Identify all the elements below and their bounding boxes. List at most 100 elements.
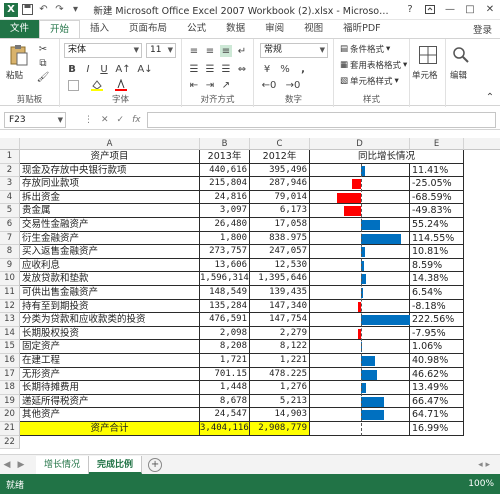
asset-name-cell[interactable]: 发放贷款和垫款 xyxy=(20,272,200,286)
value-2013-cell[interactable]: 1,721 xyxy=(200,354,250,368)
tab-file[interactable]: 文件 xyxy=(0,20,40,38)
add-sheet-button[interactable]: + xyxy=(148,457,163,472)
row-header[interactable]: 16 xyxy=(0,354,20,368)
growth-rate-cell[interactable]: -7.95% xyxy=(410,326,464,341)
value-2012-cell[interactable]: 147,754 xyxy=(250,313,310,327)
value-2013-cell[interactable]: 2,098 xyxy=(200,326,250,341)
minimize-button[interactable]: — xyxy=(440,1,460,19)
chart-cell[interactable] xyxy=(310,340,410,354)
value-2013-cell[interactable]: 3,097 xyxy=(200,204,250,218)
column-header-b[interactable]: B xyxy=(200,138,250,150)
row-header[interactable]: 8 xyxy=(0,245,20,259)
growth-rate-cell[interactable]: 46.62% xyxy=(410,367,464,382)
asset-name-cell[interactable]: 在建工程 xyxy=(20,354,200,368)
align-bottom-icon[interactable]: ≡ xyxy=(220,45,232,57)
asset-name-cell[interactable]: 可供出售金融资产 xyxy=(20,286,200,300)
column-header-a[interactable]: A xyxy=(20,138,200,150)
chart-cell[interactable] xyxy=(310,394,410,409)
value-2013-cell[interactable]: 476,591 xyxy=(200,313,250,327)
asset-name-cell[interactable]: 衍生金融资产 xyxy=(20,231,200,246)
column-header-c[interactable]: C xyxy=(250,138,310,150)
increase-font-icon[interactable]: A↑ xyxy=(115,62,130,76)
maximize-button[interactable]: □ xyxy=(460,1,480,19)
collapse-ribbon-icon[interactable]: ⌃ xyxy=(484,91,496,103)
growth-rate-cell[interactable]: -25.05% xyxy=(410,177,464,191)
decrease-font-icon[interactable]: A↓ xyxy=(137,62,152,76)
decrease-indent-icon[interactable]: ⇤ xyxy=(188,79,200,91)
value-2012-cell[interactable]: 395,496 xyxy=(250,163,310,178)
value-2012-cell[interactable]: 1,395,646 xyxy=(250,272,310,286)
row-header[interactable]: 15 xyxy=(0,340,20,354)
growth-rate-cell[interactable]: -49.83% xyxy=(410,204,464,218)
row-header[interactable]: 20 xyxy=(0,408,20,422)
growth-rate-cell[interactable]: 13.49% xyxy=(410,381,464,395)
tab-data[interactable]: 数据 xyxy=(216,20,255,38)
row-header[interactable]: 4 xyxy=(0,190,20,205)
undo-icon[interactable]: ↶ xyxy=(37,3,50,16)
growth-rate-cell[interactable]: 11.41% xyxy=(410,163,464,178)
percent-button[interactable]: % xyxy=(278,63,292,75)
value-2012-cell[interactable]: 139,435 xyxy=(250,286,310,300)
growth-rate-cell[interactable]: 1.06% xyxy=(410,340,464,354)
chart-cell[interactable] xyxy=(310,272,410,286)
chart-cell[interactable] xyxy=(310,286,410,300)
merge-center-icon[interactable]: ⇔ xyxy=(236,63,248,75)
horizontal-scroll-icon[interactable]: ◂ ▸ xyxy=(478,460,490,470)
row-header[interactable]: 19 xyxy=(0,394,20,409)
asset-name-cell[interactable]: 其他资产 xyxy=(20,408,200,422)
value-2013-cell[interactable]: 701.15 xyxy=(200,367,250,382)
value-2013-cell[interactable]: 440,616 xyxy=(200,163,250,178)
row-header[interactable]: 11 xyxy=(0,286,20,300)
growth-rate-cell[interactable]: 10.81% xyxy=(410,245,464,259)
font-color-icon[interactable] xyxy=(114,79,128,91)
row-header[interactable]: 17 xyxy=(0,367,20,382)
row-header[interactable]: 6 xyxy=(0,218,20,232)
asset-name-cell[interactable]: 贵金属 xyxy=(20,204,200,218)
bold-button[interactable]: B xyxy=(66,62,78,76)
asset-name-cell[interactable]: 现金及存放中央银行款项 xyxy=(20,163,200,178)
font-size-combo[interactable]: 11 ▼ xyxy=(146,43,176,58)
increase-decimal-icon[interactable]: ←0 xyxy=(260,79,278,91)
sheet-tab-growth[interactable]: 增长情况 xyxy=(36,455,90,474)
number-format-combo[interactable]: 常规 ▼ xyxy=(260,43,328,58)
cancel-icon[interactable]: ✕ xyxy=(101,115,109,125)
value-2012-cell[interactable]: 5,213 xyxy=(250,394,310,409)
tab-foxit-pdf[interactable]: 福昕PDF xyxy=(333,20,391,38)
asset-name-cell[interactable]: 长期股权投资 xyxy=(20,326,200,341)
chart-cell[interactable] xyxy=(310,354,410,368)
value-2013-cell[interactable]: 1,596,314 xyxy=(200,272,250,286)
zoom-level[interactable]: 100% xyxy=(468,479,494,489)
row-header[interactable]: 2 xyxy=(0,163,20,178)
value-2012-cell[interactable]: 838.975 xyxy=(250,231,310,246)
growth-rate-cell[interactable]: 8.59% xyxy=(410,258,464,273)
value-2013-cell[interactable]: 273,757 xyxy=(200,245,250,259)
value-2013-cell[interactable]: 8,678 xyxy=(200,394,250,409)
tab-insert[interactable]: 插入 xyxy=(80,20,119,38)
value-2012-cell[interactable]: 247,057 xyxy=(250,245,310,259)
growth-rate-cell[interactable]: -8.18% xyxy=(410,299,464,314)
growth-rate-cell[interactable]: 14.38% xyxy=(410,272,464,286)
align-right-icon[interactable]: ☰ xyxy=(220,63,232,75)
italic-button[interactable]: I xyxy=(82,62,94,76)
formula-input[interactable] xyxy=(146,111,496,128)
underline-button[interactable]: U xyxy=(98,62,110,76)
edit-group[interactable]: 编辑 xyxy=(446,39,476,107)
row-header[interactable]: 3 xyxy=(0,177,20,191)
row-header[interactable]: 22 xyxy=(0,435,20,450)
value-2012-cell[interactable]: 14,903 xyxy=(250,408,310,422)
value-2013-cell[interactable]: 13,606 xyxy=(200,258,250,273)
asset-name-cell[interactable]: 买入返售金融资产 xyxy=(20,245,200,259)
value-2012-cell[interactable]: 147,340 xyxy=(250,299,310,314)
increase-indent-icon[interactable]: ⇥ xyxy=(204,79,216,91)
redo-icon[interactable]: ↷ xyxy=(53,3,66,16)
header-item[interactable]: 资产项目 xyxy=(20,150,200,164)
row-header[interactable]: 14 xyxy=(0,326,20,341)
row-header[interactable]: 1 xyxy=(0,150,20,164)
growth-rate-cell[interactable]: -68.59% xyxy=(410,190,464,205)
value-2012-cell[interactable]: 79,014 xyxy=(250,190,310,205)
total-growth-cell[interactable]: 16.99% xyxy=(410,422,464,436)
border-icon[interactable] xyxy=(66,79,80,91)
total-2012-cell[interactable]: 2,908,779 xyxy=(250,422,310,436)
name-box[interactable]: F23 ▼ xyxy=(4,111,66,128)
header-chart[interactable]: 同比增长情况 xyxy=(310,150,464,164)
